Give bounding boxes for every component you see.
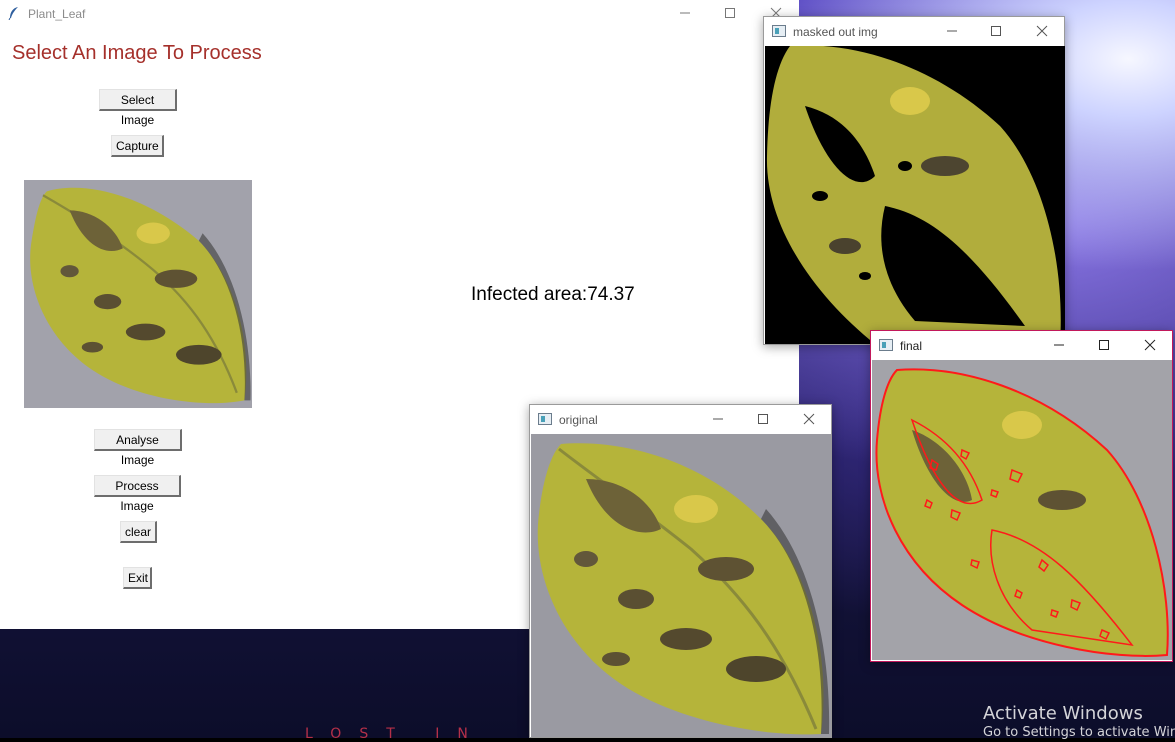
- analyse-image-button[interactable]: Analyse Image: [94, 429, 182, 467]
- maximize-icon[interactable]: [1095, 337, 1113, 353]
- final-window: final: [870, 330, 1173, 662]
- minimize-icon[interactable]: [1050, 337, 1068, 353]
- page-heading: Select An Image To Process: [12, 42, 262, 64]
- selected-leaf-image: [24, 180, 252, 408]
- original-leaf-image: [531, 434, 831, 737]
- infected-area-label: Infected area:74.37: [471, 284, 635, 305]
- original-window-title: original: [559, 413, 598, 427]
- activate-windows-watermark: Activate Windows Go to Settings to activ…: [983, 703, 1175, 741]
- window-app-icon: [538, 413, 552, 425]
- window-app-icon: [772, 25, 786, 37]
- activate-title: Activate Windows: [983, 703, 1143, 724]
- minimize-icon[interactable]: [675, 4, 695, 22]
- main-title-bar[interactable]: Plant_Leaf: [0, 0, 799, 28]
- activate-subtitle: Go to Settings to activate Windows.: [983, 725, 1175, 740]
- masked-title-bar[interactable]: masked out img: [764, 17, 1064, 46]
- maximize-icon[interactable]: [987, 23, 1005, 39]
- minimize-icon[interactable]: [709, 411, 727, 427]
- original-window: original: [529, 404, 832, 738]
- process-image-button[interactable]: Process Image: [94, 475, 181, 513]
- window-app-icon: [879, 339, 893, 351]
- masked-image: [765, 46, 1065, 344]
- wallpaper-text: LOST IN: [305, 726, 486, 742]
- main-window-title: Plant_Leaf: [28, 7, 86, 21]
- clear-button[interactable]: clear: [120, 521, 157, 543]
- original-title-bar[interactable]: original: [530, 405, 831, 434]
- masked-window-title: masked out img: [793, 25, 878, 39]
- close-icon[interactable]: [800, 411, 818, 427]
- capture-button[interactable]: Capture: [111, 135, 164, 157]
- close-icon[interactable]: [1141, 337, 1159, 353]
- final-contour-image: [872, 360, 1172, 660]
- close-icon[interactable]: [1033, 23, 1051, 39]
- final-title-bar[interactable]: final: [871, 331, 1172, 360]
- exit-button[interactable]: Exit: [123, 567, 152, 589]
- final-window-title: final: [900, 339, 923, 353]
- feather-icon: [8, 7, 18, 20]
- minimize-icon[interactable]: [943, 23, 961, 39]
- maximize-icon[interactable]: [720, 4, 740, 22]
- masked-window: masked out img: [763, 16, 1065, 345]
- select-image-button[interactable]: Select Image: [99, 89, 177, 127]
- maximize-icon[interactable]: [754, 411, 772, 427]
